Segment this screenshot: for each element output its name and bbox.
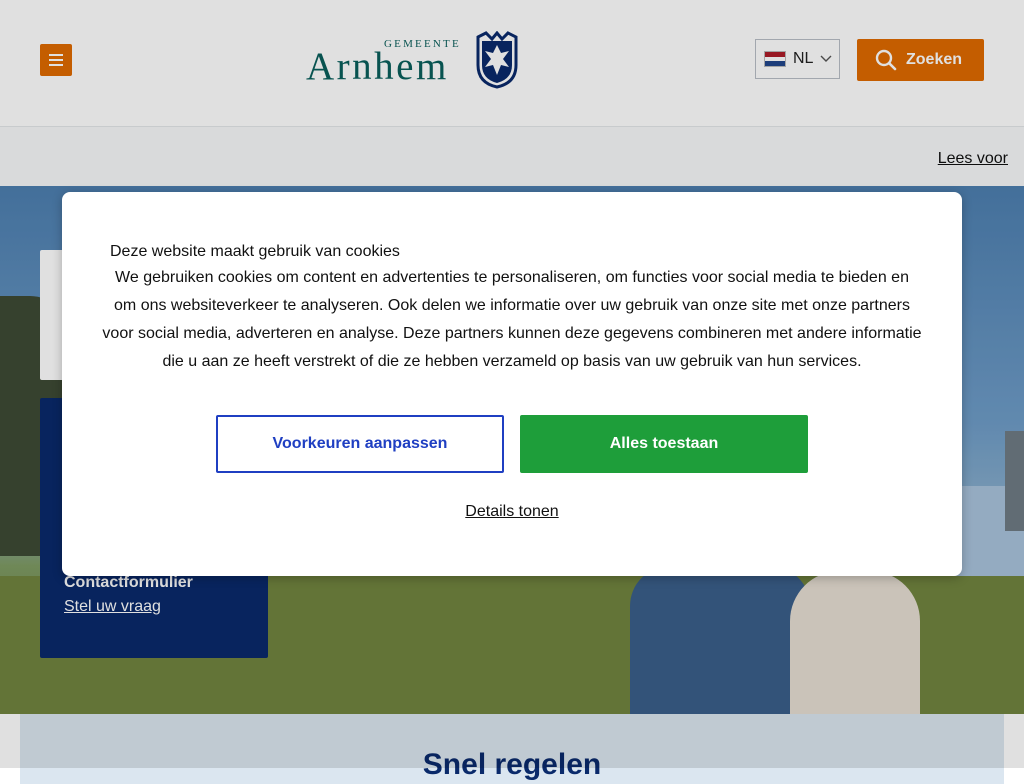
cookie-dialog-text: We gebruiken cookies om content en adver…	[102, 269, 922, 370]
allow-all-button[interactable]: Alles toestaan	[520, 415, 808, 473]
preferences-button[interactable]: Voorkeuren aanpassen	[216, 415, 504, 473]
cookie-dialog-title: Deze website maakt gebruik van cookies	[110, 243, 400, 260]
details-row: Details tonen	[62, 503, 962, 521]
cookie-dialog: Deze website maakt gebruik van cookies W…	[62, 192, 962, 576]
details-link[interactable]: Details tonen	[465, 503, 558, 520]
